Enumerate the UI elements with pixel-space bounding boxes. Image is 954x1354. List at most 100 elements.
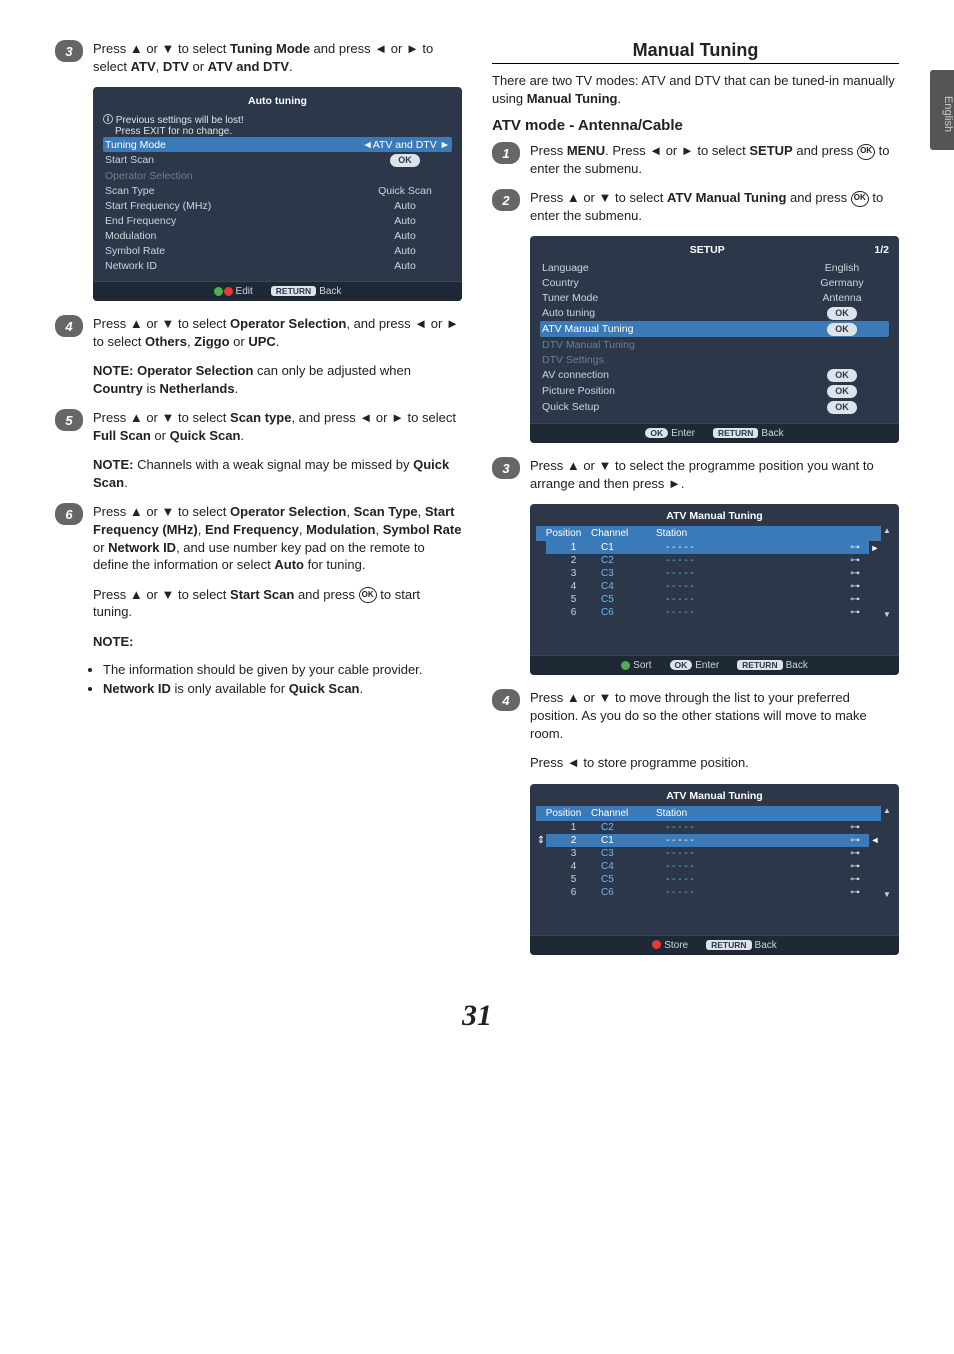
right-icon — [391, 410, 404, 425]
scroll-indicator: ▲▼ — [881, 806, 893, 899]
t: Operator Selection — [230, 316, 346, 331]
up-icon — [130, 410, 143, 425]
t: . — [235, 381, 239, 396]
osd-title: SETUP — [690, 244, 725, 256]
t: and press — [310, 41, 374, 56]
t: or — [143, 504, 162, 519]
channel-row: 4C4- - - - -⊶ — [546, 860, 869, 873]
ok-icon: OK — [359, 587, 377, 603]
t: Scan type — [230, 410, 291, 425]
osd-row: ATV Manual TuningOK — [540, 321, 889, 337]
osd-row: Tuner ModeAntenna — [540, 290, 889, 305]
language-tab: English — [930, 70, 954, 150]
t: can only be adjusted when — [253, 363, 411, 378]
down-icon — [162, 410, 175, 425]
up-icon — [567, 690, 580, 705]
osd-row: Start ScanOK — [103, 152, 452, 168]
t: Press — [93, 316, 130, 331]
note-6-list: The information should be given by your … — [103, 662, 462, 696]
t: , and press — [346, 316, 414, 331]
step-5: 5 Press or to select Scan type, and pres… — [55, 409, 462, 444]
t: or — [189, 59, 208, 74]
up-icon — [130, 504, 143, 519]
left-icon — [567, 755, 580, 770]
t: to select — [174, 41, 230, 56]
channel-row: 4C4- - - - -⊶ — [546, 580, 869, 593]
t: Others — [145, 334, 187, 349]
t: UPC — [248, 334, 275, 349]
footer-back: RETURNBack — [713, 428, 784, 439]
t: . — [124, 475, 128, 490]
step-6b: Press or to select Start Scan and press … — [93, 586, 462, 621]
osd-row: Symbol RateAuto — [103, 243, 452, 258]
footer-back: RETURNBack — [706, 940, 777, 951]
channel-row: 3C3- - - - -⊶ — [546, 847, 869, 860]
channel-row: 5C5- - - - -⊶ — [546, 873, 869, 886]
up-icon — [130, 316, 143, 331]
down-icon — [599, 458, 612, 473]
osd-title: ATV Manual Tuning — [536, 510, 893, 522]
t: Country — [93, 381, 143, 396]
osd-title: Auto tuning — [103, 95, 452, 107]
footer-sort: Sort — [621, 660, 651, 671]
t: Quick Scan — [170, 428, 241, 443]
osd-atv-2: ATV Manual Tuning PositionChannelStation… — [530, 784, 899, 955]
t: . — [289, 59, 293, 74]
rstep-3: 3 Press or to select the programme posit… — [492, 457, 899, 492]
osd-row: DTV Settings — [540, 352, 889, 367]
t: or — [143, 316, 162, 331]
osd-row: Start Frequency (MHz)Auto — [103, 198, 452, 213]
left-column: 3 Press or to select Tuning Mode and pre… — [55, 40, 462, 969]
t: or — [143, 410, 162, 425]
osd-row: Operator Selection — [103, 168, 452, 183]
t: is — [143, 381, 160, 396]
up-icon — [567, 190, 580, 205]
up-icon — [130, 587, 143, 602]
left-icon — [374, 41, 387, 56]
channel-row: 5C5- - - - -⊶ — [546, 593, 869, 606]
note-4: NOTE: Operator Selection can only be adj… — [93, 362, 462, 397]
rstep-4: 4 Press or to move through the list to y… — [492, 689, 899, 742]
channel-row: 1C1- - - - -⊶ — [546, 541, 869, 554]
intro-paragraph: There are two TV modes: ATV and DTV that… — [492, 72, 899, 107]
osd-atv-1: ATV Manual Tuning PositionChannelStation… — [530, 504, 899, 675]
t: or — [143, 587, 162, 602]
t: Full Scan — [93, 428, 151, 443]
channel-row: 6C6- - - - -⊶ — [546, 606, 869, 619]
channel-row: 3C3- - - - -⊶ — [546, 567, 869, 580]
osd-row: Tuning Mode◄ ATV and DTV ► — [103, 137, 452, 152]
rstep-1: 1 Press MENU. Press or to select SETUP a… — [492, 142, 899, 177]
t: . — [240, 428, 244, 443]
t: to select — [93, 334, 145, 349]
rstep-2: 2 Press or to select ATV Manual Tuning a… — [492, 189, 899, 224]
ok-icon: OK — [851, 191, 869, 207]
t: ATV — [131, 59, 156, 74]
osd-row: Picture PositionOK — [540, 383, 889, 399]
osd-row: Quick SetupOK — [540, 399, 889, 415]
channel-row: 6C6- - - - -⊶ — [546, 886, 869, 899]
note-6: NOTE: — [93, 633, 462, 651]
t: Press — [93, 504, 130, 519]
osd-row: DTV Manual Tuning — [540, 337, 889, 352]
t: Previous settings will be lost! — [116, 115, 244, 126]
osd-setup: SETUP1/2 LanguageEnglishCountryGermanyTu… — [530, 236, 899, 443]
t: NOTE: — [93, 363, 133, 378]
t: . — [276, 334, 280, 349]
osd-row: ModulationAuto — [103, 228, 452, 243]
right-icon — [446, 316, 459, 331]
osd-row: AV connectionOK — [540, 367, 889, 383]
left-icon — [359, 410, 372, 425]
t: Press — [93, 410, 130, 425]
channel-row: 2C2- - - - -⊶ — [546, 554, 869, 567]
t: Operator Selection — [230, 504, 346, 519]
down-icon — [162, 587, 175, 602]
t: or — [230, 334, 249, 349]
t: or — [427, 316, 446, 331]
footer-enter: OKEnter — [645, 428, 695, 439]
right-icon — [668, 476, 681, 491]
subheading: ATV mode - Antenna/Cable — [492, 117, 899, 134]
t: Press — [93, 41, 130, 56]
down-icon — [599, 190, 612, 205]
t: or — [143, 41, 162, 56]
step-badge-2: 2 — [492, 189, 520, 211]
